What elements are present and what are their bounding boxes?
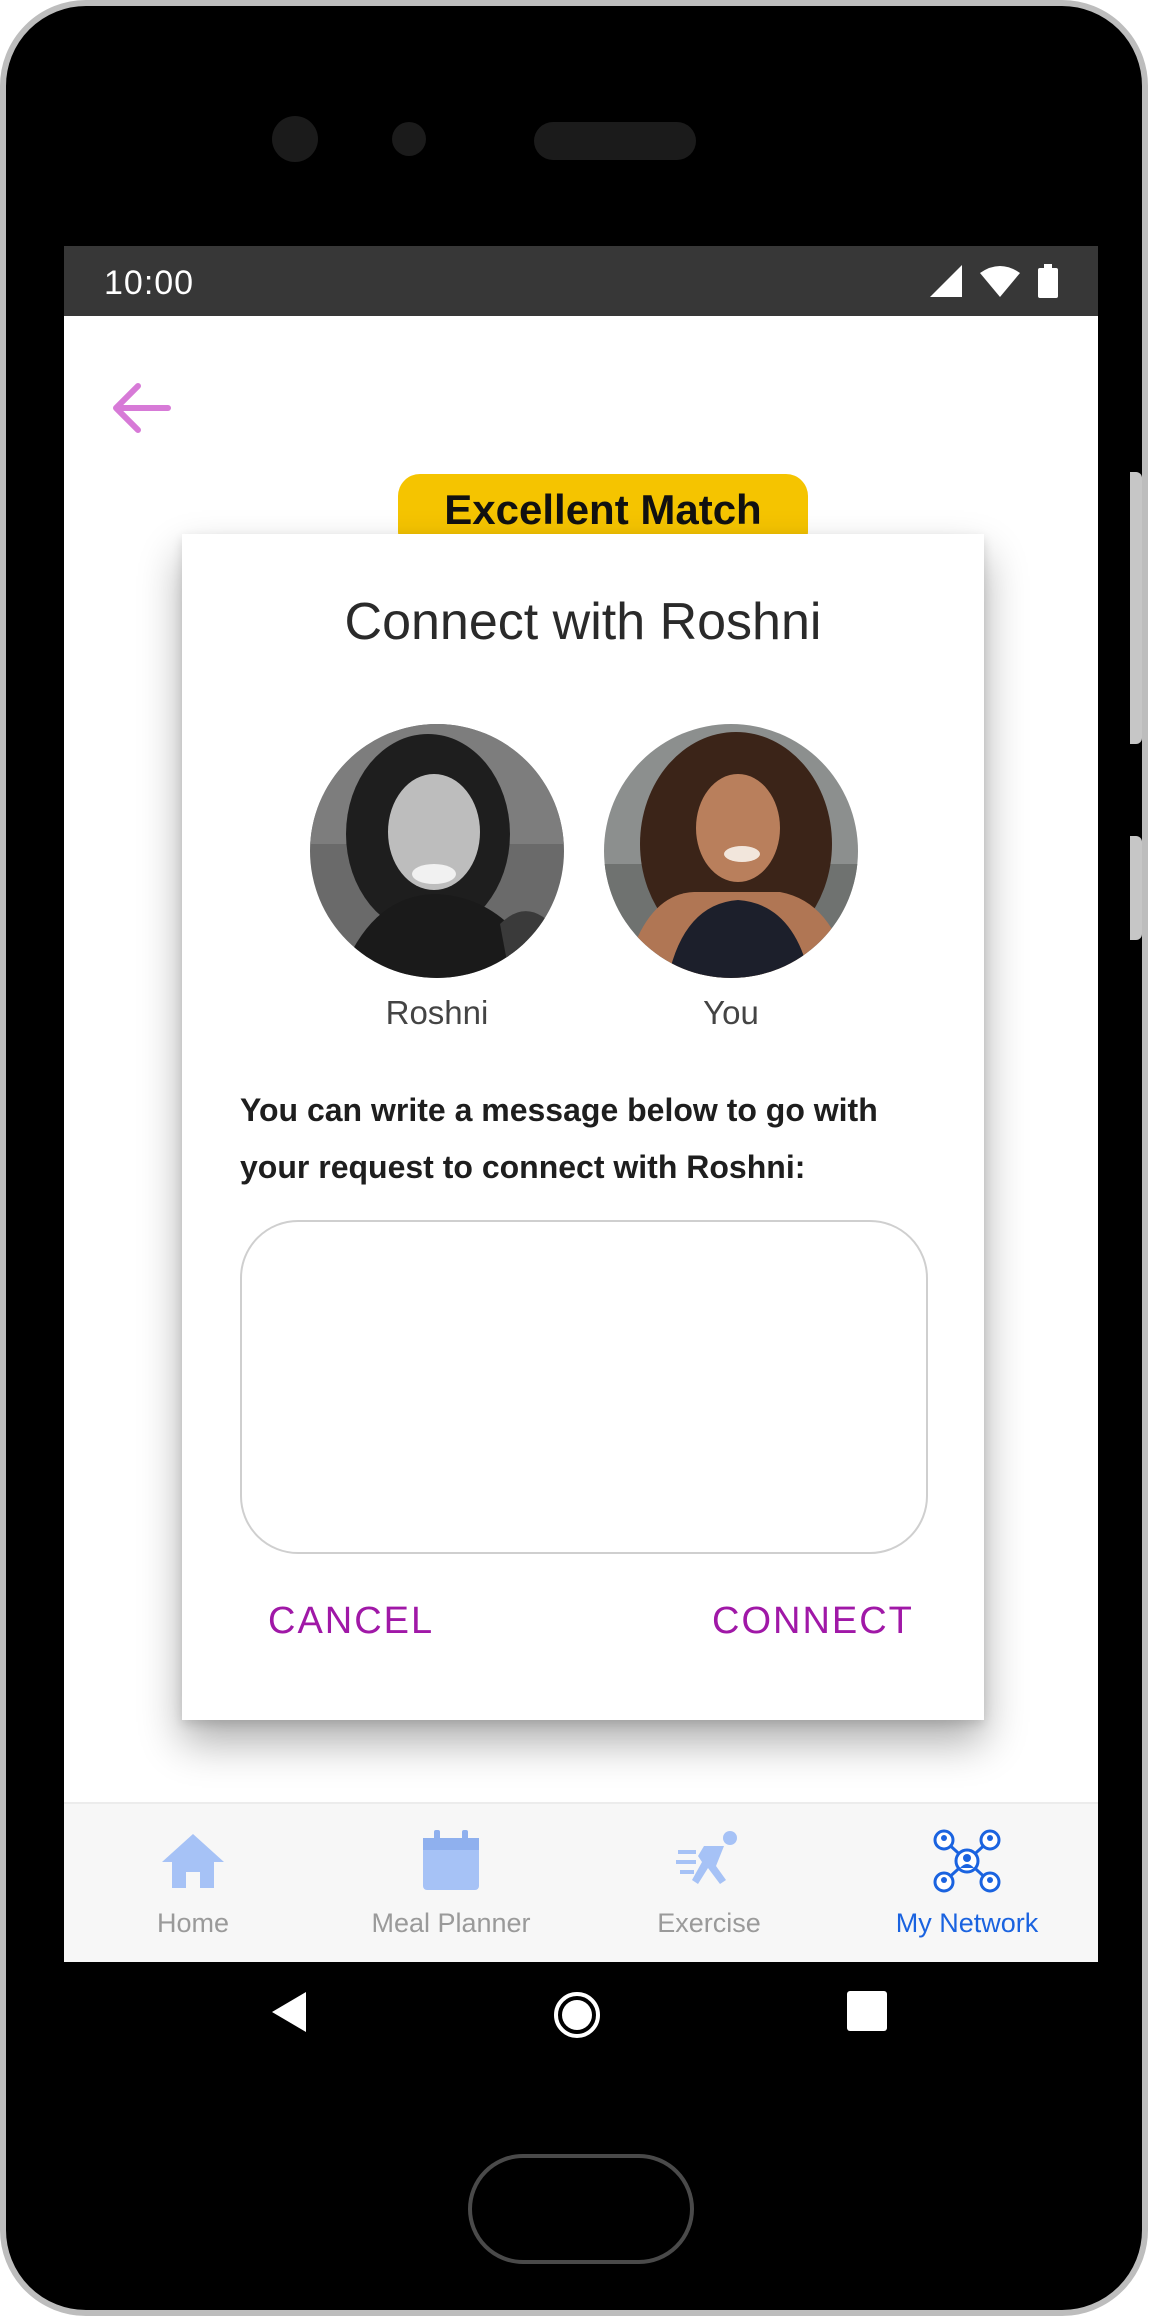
- front-camera: [272, 116, 318, 162]
- volume-button: [1130, 836, 1142, 940]
- avatar-you-label: You: [703, 994, 759, 1031]
- network-icon: [933, 1829, 1001, 1893]
- nav-label-exercise: Exercise: [657, 1908, 761, 1938]
- app-screen: 10:00 Excellent Match Connect with Roshn…: [64, 246, 1098, 1962]
- back-button[interactable]: [106, 372, 176, 442]
- system-home-icon[interactable]: [552, 1990, 602, 2040]
- hardware-home-button[interactable]: [468, 2154, 694, 2264]
- cancel-button[interactable]: CANCEL: [268, 1600, 434, 1643]
- avatar-you-image: [604, 724, 858, 978]
- runner-icon: [676, 1831, 737, 1884]
- battery-icon: [1038, 264, 1058, 298]
- nav-label-my-network: My Network: [895, 1908, 1039, 1938]
- power-button: [1130, 472, 1142, 744]
- back-arrow-icon: [113, 383, 171, 433]
- status-icons: [930, 264, 1058, 298]
- avatar-roshni: [310, 724, 564, 978]
- nav-label-home: Home: [156, 1908, 230, 1938]
- system-recents-icon[interactable]: [846, 1990, 888, 2032]
- earpiece-speaker: [534, 122, 696, 160]
- system-back-icon[interactable]: [270, 1990, 310, 2034]
- status-time: 10:00: [104, 264, 195, 302]
- phone-frame: 10:00 Excellent Match Connect with Roshn…: [0, 0, 1148, 2316]
- status-bar: 10:00: [64, 246, 1098, 316]
- connect-dialog: Connect with Roshni Roshni You You can w…: [182, 534, 984, 1720]
- avatar-you: [604, 724, 858, 978]
- bottom-nav: Home Meal Planner Exercise My Network: [64, 1802, 1098, 1962]
- dialog-title: Connect with Roshni: [344, 593, 822, 651]
- sensor: [392, 122, 426, 156]
- nav-item-my-network[interactable]: My Network: [838, 1804, 1096, 1962]
- wifi-icon: [980, 266, 1020, 297]
- nav-label-meal-planner: Meal Planner: [371, 1908, 531, 1938]
- message-input[interactable]: [240, 1220, 928, 1554]
- nav-item-exercise[interactable]: Exercise: [580, 1804, 838, 1962]
- avatar-roshni-image: [310, 724, 564, 978]
- message-prompt: You can write a message below to go with…: [240, 1092, 878, 1185]
- calendar-icon: [423, 1830, 479, 1890]
- avatar-roshni-label: Roshni: [385, 994, 489, 1031]
- cell-signal-icon: [930, 265, 962, 297]
- system-navigation-bar: [64, 1962, 1098, 2082]
- nav-item-home[interactable]: Home: [64, 1804, 322, 1962]
- connect-button[interactable]: CONNECT: [712, 1600, 914, 1643]
- home-icon: [162, 1834, 224, 1888]
- nav-item-meal-planner[interactable]: Meal Planner: [322, 1804, 580, 1962]
